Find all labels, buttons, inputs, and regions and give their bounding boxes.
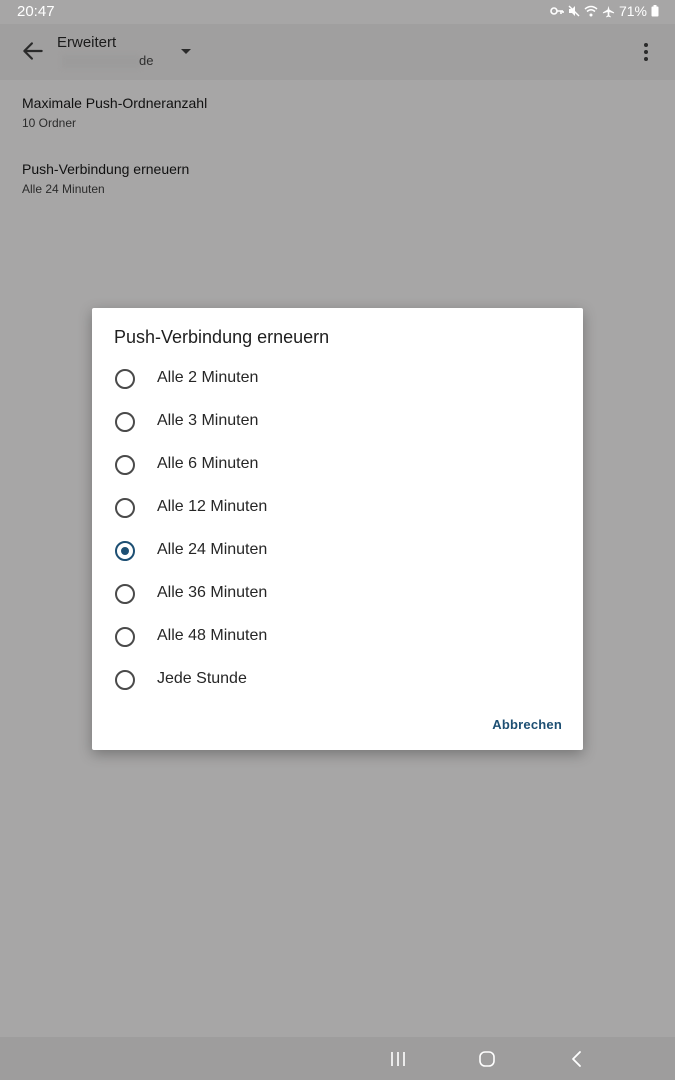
- setting-title: Maximale Push-Ordneranzahl: [22, 95, 208, 111]
- setting-summary: Alle 24 Minuten: [22, 182, 105, 196]
- overflow-menu-icon[interactable]: [635, 40, 657, 64]
- push-refresh-dialog: Push-Verbindung erneuern Alle 2 Minuten …: [92, 308, 583, 750]
- option-12-minutes[interactable]: Alle 12 Minuten: [92, 487, 583, 530]
- radio-button[interactable]: [115, 369, 135, 389]
- status-bar: 20:47 71%: [0, 0, 675, 24]
- status-time: 20:47: [17, 3, 55, 20]
- battery-percent: 71%: [618, 3, 647, 19]
- radio-button[interactable]: [115, 627, 135, 647]
- setting-summary: 10 Ordner: [22, 116, 77, 130]
- option-2-minutes[interactable]: Alle 2 Minuten: [92, 358, 583, 401]
- redacted-account-name: [62, 55, 140, 68]
- dialog-title: Push-Verbindung erneuern: [114, 327, 330, 347]
- airplane-mode-icon: [602, 5, 615, 18]
- home-icon[interactable]: [477, 1049, 497, 1069]
- option-6-minutes[interactable]: Alle 6 Minuten: [92, 444, 583, 487]
- option-label: Alle 3 Minuten: [157, 412, 259, 429]
- back-icon[interactable]: [567, 1049, 587, 1069]
- radio-button[interactable]: [115, 455, 135, 475]
- system-nav-bar: [0, 1037, 675, 1080]
- account-subtitle: de: [139, 53, 154, 68]
- setting-push-refresh[interactable]: Push-Verbindung erneuern Alle 24 Minuten: [22, 161, 642, 196]
- option-24-minutes[interactable]: Alle 24 Minuten: [92, 530, 583, 573]
- status-icons: 71%: [550, 3, 659, 19]
- app-bar: Erweitert de: [0, 24, 675, 80]
- radio-button[interactable]: [115, 412, 135, 432]
- radio-button[interactable]: [115, 498, 135, 518]
- setting-max-push-folders[interactable]: Maximale Push-Ordneranzahl 10 Ordner: [22, 95, 642, 130]
- option-label: Jede Stunde: [157, 670, 247, 687]
- option-label: Alle 2 Minuten: [157, 369, 259, 386]
- account-selector[interactable]: de: [57, 53, 157, 69]
- option-label: Alle 6 Minuten: [157, 455, 259, 472]
- back-arrow-icon[interactable]: [20, 38, 46, 64]
- option-48-minutes[interactable]: Alle 48 Minuten: [92, 616, 583, 659]
- option-label: Alle 24 Minuten: [157, 541, 268, 558]
- recent-apps-icon[interactable]: [388, 1049, 408, 1069]
- option-label: Alle 12 Minuten: [157, 498, 268, 515]
- option-label: Alle 48 Minuten: [157, 627, 268, 644]
- option-label: Alle 36 Minuten: [157, 584, 268, 601]
- option-every-hour[interactable]: Jede Stunde: [92, 659, 583, 702]
- vpn-key-icon: [550, 5, 564, 17]
- battery-icon: [651, 5, 659, 17]
- radio-button[interactable]: [115, 670, 135, 690]
- page-title: Erweitert: [57, 34, 117, 51]
- option-36-minutes[interactable]: Alle 36 Minuten: [92, 573, 583, 616]
- dropdown-arrow-icon[interactable]: [178, 44, 194, 58]
- setting-title: Push-Verbindung erneuern: [22, 161, 190, 177]
- mute-icon: [568, 5, 580, 17]
- cancel-button[interactable]: Abbrechen: [492, 717, 562, 732]
- wifi-icon: [584, 5, 598, 17]
- radio-button[interactable]: [115, 584, 135, 604]
- radio-button-selected[interactable]: [115, 541, 135, 561]
- option-3-minutes[interactable]: Alle 3 Minuten: [92, 401, 583, 444]
